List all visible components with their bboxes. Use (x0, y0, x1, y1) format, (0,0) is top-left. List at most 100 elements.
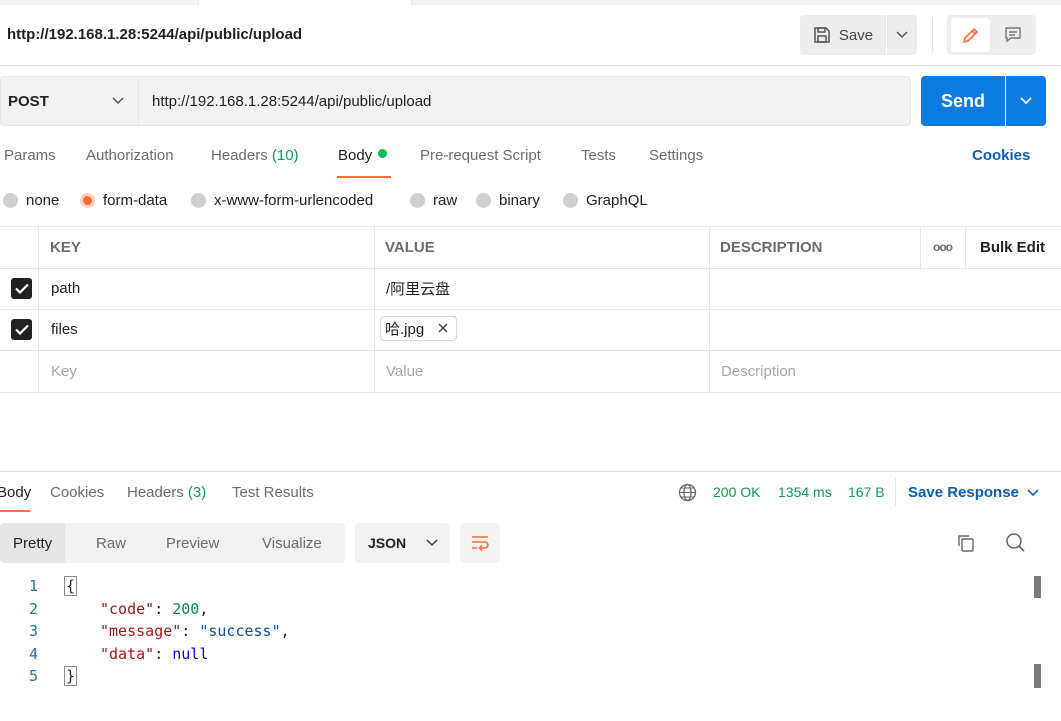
row-checkbox[interactable] (11, 268, 32, 309)
column-divider (920, 226, 921, 268)
url-input[interactable]: http://192.168.1.28:5244/api/public/uplo… (138, 76, 911, 126)
radio-x-www-form-urlencoded[interactable]: x-www-form-urlencoded (191, 192, 373, 209)
row-value-input[interactable]: /阿里云盘 (386, 268, 450, 309)
radio-graphql[interactable]: GraphQL (563, 192, 648, 209)
format-label: JSON (368, 535, 407, 551)
view-pretty[interactable]: Pretty (0, 523, 66, 563)
cookies-link[interactable]: Cookies (972, 147, 1030, 164)
table-border (0, 268, 1061, 269)
tab-label: Headers (211, 147, 268, 164)
tab-settings[interactable]: Settings (649, 147, 703, 164)
json-key: "code" (100, 600, 155, 618)
view-preview[interactable]: Preview (166, 523, 219, 563)
radio-form-data[interactable]: form-data (80, 192, 167, 209)
row-key-input[interactable]: path (51, 268, 80, 309)
status-code[interactable]: 200 OK (713, 484, 760, 500)
code-line: "code": 200, (100, 600, 209, 618)
response-size[interactable]: 167 B (848, 484, 885, 500)
column-header-value: VALUE (385, 238, 435, 256)
table-border (0, 350, 1061, 351)
tab-pre-request-script[interactable]: Pre-request Script (420, 147, 541, 164)
table-border (0, 392, 1061, 393)
radio-none[interactable]: none (3, 192, 59, 209)
comments-button[interactable] (993, 18, 1032, 52)
save-button[interactable]: Save (800, 15, 886, 55)
tab-count: (10) (271, 147, 299, 164)
radio-label: x-www-form-urlencoded (214, 192, 374, 209)
checkbox-checked-icon (11, 278, 32, 299)
save-response-label: Save Response (908, 484, 1019, 501)
method-select[interactable]: POST (0, 76, 138, 126)
json-value: "success" (199, 622, 281, 640)
radio-label: none (26, 192, 60, 209)
json-key: "message" (100, 622, 182, 640)
column-header-description: DESCRIPTION (720, 238, 823, 256)
bulk-edit-button[interactable]: Bulk Edit (980, 226, 1045, 268)
close-icon[interactable] (438, 323, 448, 333)
globe-icon[interactable] (678, 483, 697, 506)
code-line: { (64, 576, 78, 596)
chevron-down-icon (1027, 488, 1039, 496)
new-description-input[interactable]: Description (721, 350, 796, 392)
save-icon (814, 27, 830, 43)
line-number: 1 (28, 577, 38, 595)
wrap-lines-button[interactable] (460, 523, 500, 563)
divider (932, 18, 933, 52)
line-number: 3 (28, 622, 38, 640)
view-visualize[interactable]: Visualize (262, 523, 322, 563)
send-button[interactable]: Send (921, 76, 1005, 126)
method-label: POST (8, 92, 49, 110)
divider (895, 478, 896, 506)
view-raw[interactable]: Raw (96, 523, 126, 563)
column-divider (965, 226, 966, 268)
tab-label: Headers (127, 484, 184, 501)
column-divider (709, 226, 710, 392)
line-number: 2 (28, 600, 38, 618)
copy-icon (958, 535, 974, 552)
tab-label: Tests (581, 147, 617, 164)
active-request-tab[interactable] (198, 0, 412, 5)
tab-strip (0, 0, 1061, 5)
radio-raw[interactable]: raw (410, 192, 457, 209)
column-divider (38, 226, 39, 392)
line-number: 5 (28, 667, 38, 685)
radio-label: raw (433, 192, 458, 209)
response-tab-test-results[interactable]: Test Results (232, 484, 314, 501)
tab-authorization[interactable]: Authorization (86, 147, 174, 164)
scrollbar-thumb[interactable] (1034, 664, 1041, 688)
radio-binary[interactable]: binary (476, 192, 540, 209)
response-tab-cookies[interactable]: Cookies (50, 484, 104, 501)
edit-mode-button[interactable] (951, 18, 990, 52)
response-divider[interactable] (0, 471, 1061, 472)
column-divider (374, 226, 375, 392)
code-line: "message": "success", (100, 622, 290, 640)
table-border (0, 309, 1061, 310)
copy-button[interactable] (956, 533, 976, 557)
response-tab-headers[interactable]: Headers (3) (127, 484, 206, 501)
active-tab-indicator (0, 510, 30, 512)
request-title[interactable]: http://192.168.1.28:5244/api/public/uplo… (7, 26, 302, 43)
radio-icon (410, 193, 425, 208)
tab-headers[interactable]: Headers (10) (211, 147, 299, 164)
save-response-button[interactable]: Save Response (908, 484, 1039, 501)
new-key-input[interactable]: Key (51, 350, 77, 392)
tab-label: Settings (649, 147, 704, 164)
save-dropdown-button[interactable] (887, 15, 917, 55)
response-time[interactable]: 1354 ms (778, 484, 832, 500)
radio-label: binary (499, 192, 540, 209)
tab-body[interactable]: Body (338, 147, 388, 164)
radio-icon (476, 193, 491, 208)
json-key: "data" (100, 645, 155, 663)
scrollbar-thumb[interactable] (1034, 576, 1041, 598)
search-button[interactable] (1005, 532, 1026, 557)
format-select[interactable]: JSON (355, 523, 450, 563)
tab-params[interactable]: Params (4, 147, 56, 164)
radio-label: GraphQL (586, 192, 648, 209)
response-tab-body[interactable]: Body (0, 484, 31, 501)
new-value-input[interactable]: Value (386, 350, 423, 392)
tab-tests[interactable]: Tests (581, 147, 616, 164)
send-dropdown-button[interactable] (1006, 76, 1046, 126)
row-checkbox[interactable] (11, 309, 32, 350)
more-options-button[interactable]: ooo (933, 226, 953, 268)
row-key-input[interactable]: files (51, 309, 78, 350)
